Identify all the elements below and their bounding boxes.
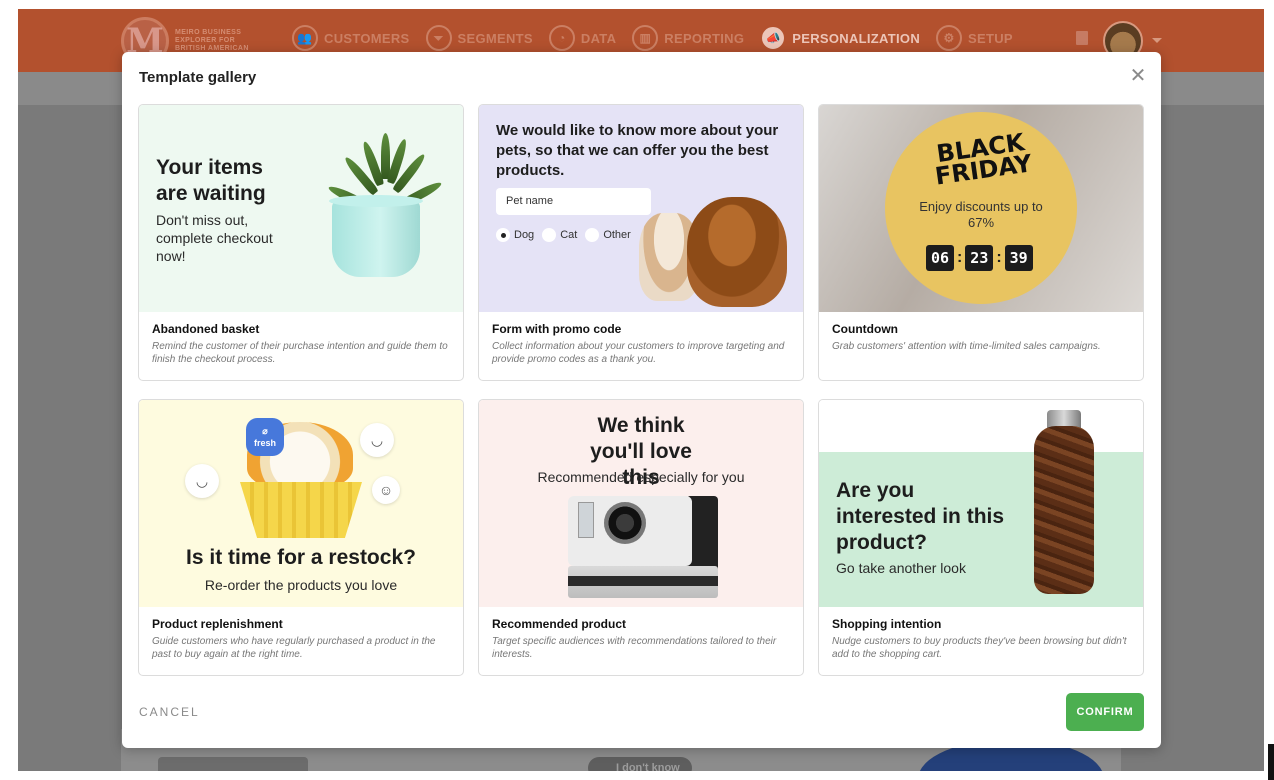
pet-type-radio-group: Dog Cat Other — [496, 228, 631, 242]
template-name: Shopping intention — [832, 617, 942, 631]
template-card-shopping-intention[interactable]: Are you interested in this product? Go t… — [818, 399, 1144, 676]
template-preview: Your items are waiting Don't miss out, c… — [139, 105, 463, 312]
radio-selected-icon — [496, 228, 510, 242]
preview-subtext: Recommended especially for you — [537, 469, 745, 485]
nav-label: CUSTOMERS — [324, 30, 410, 46]
preview-subtext: Go take another look — [836, 560, 966, 576]
radio-dog: Dog — [496, 228, 534, 242]
pot-image — [332, 201, 420, 277]
dog-image — [687, 197, 787, 307]
template-card-recommended-product[interactable]: We think you'll love this Recommended es… — [478, 399, 804, 676]
template-card-abandoned-basket[interactable]: Your items are waiting Don't miss out, c… — [138, 104, 464, 381]
text-cursor — [1268, 744, 1274, 780]
template-name: Form with promo code — [492, 322, 622, 336]
radio-icon — [585, 228, 600, 242]
template-preview: We think you'll love this Recommended es… — [479, 400, 803, 607]
main-nav: 👥 CUSTOMERS ⏷ SEGMENTS ◔ DATA ▥ REPORTIN… — [292, 25, 1013, 51]
radio-label: Cat — [560, 229, 578, 241]
template-description: Collect information about your customers… — [492, 341, 785, 365]
brand-line-2: EXPLORER FOR — [175, 37, 236, 44]
background-pill: I don't know — [588, 757, 692, 771]
template-gallery-modal: Template gallery ✕ Your items are waitin… — [122, 52, 1161, 748]
template-card-product-replenishment[interactable]: ⌀ fresh ◡ ◡ ☺ Is it time for a restock? … — [138, 399, 464, 676]
template-preview: ⌀ fresh ◡ ◡ ☺ Is it time for a restock? … — [139, 400, 463, 607]
preview-subtext: Don't miss out, complete checkout now! — [156, 212, 273, 264]
preview-headline: Is it time for a restock? — [186, 546, 416, 569]
radio-label: Dog — [514, 229, 535, 241]
countdown-timer: 06 : 23 : 39 — [926, 245, 1033, 271]
nav-data[interactable]: ◔ DATA — [548, 25, 617, 51]
radio-other: Other — [585, 228, 631, 242]
trash-icon[interactable] — [1076, 31, 1088, 45]
camera-image — [568, 496, 718, 598]
nav-personalization[interactable]: 📣 PERSONALIZATION — [760, 25, 920, 51]
nav-label: PERSONALIZATION — [792, 30, 921, 46]
nav-customers[interactable]: 👥 CUSTOMERS — [292, 25, 410, 51]
template-description: Grab customers' attention with time-limi… — [832, 341, 1101, 352]
bottle-image — [1034, 426, 1094, 594]
preview-headline: Are you interested in this product? — [836, 479, 1005, 554]
cat-face-icon: ◡ — [185, 464, 219, 498]
chevron-down-icon[interactable] — [1152, 38, 1162, 43]
reporting-icon: ▥ — [632, 25, 659, 51]
data-icon: ◔ — [548, 25, 575, 51]
cancel-button[interactable]: CANCEL — [139, 705, 200, 719]
template-card-form-with-promo-code[interactable]: We would like to know more about your pe… — [478, 104, 804, 381]
customers-icon: 👥 — [292, 25, 318, 51]
brand-text: MEIRO BUSINESS EXPLORER FOR BRITISH AMER… — [175, 29, 249, 53]
nav-label: SEGMENTS — [457, 30, 533, 46]
background-input — [158, 757, 308, 771]
preview-headline: Your items are waiting — [156, 156, 266, 205]
template-preview: BLACK FRIDAY Enjoy discounts up to 67% 0… — [819, 105, 1143, 312]
confirm-button[interactable]: CONFIRM — [1066, 693, 1144, 731]
cupcake-wrapper-image — [240, 482, 362, 538]
template-description: Nudge customers to buy products they've … — [832, 636, 1127, 660]
nav-reporting[interactable]: ▥ REPORTING — [632, 25, 744, 51]
preview-headline: We would like to know more about your pe… — [496, 122, 779, 179]
radio-icon — [542, 228, 557, 242]
dog-face-icon: ◡ — [360, 423, 394, 457]
badge-label: fresh — [253, 438, 276, 448]
template-name: Recommended product — [492, 617, 627, 631]
personalization-icon: 📣 — [760, 25, 787, 51]
segments-icon: ⏷ — [425, 25, 452, 51]
template-description: Remind the customer of their purchase in… — [152, 341, 448, 365]
radio-label: Other — [603, 229, 631, 241]
template-name: Product replenishment — [152, 617, 283, 631]
brand-line-1: MEIRO BUSINESS — [175, 29, 242, 36]
countdown-seconds: 39 — [1004, 245, 1033, 271]
nav-label: DATA — [580, 30, 617, 46]
template-preview: We would like to know more about your pe… — [479, 105, 803, 312]
close-icon[interactable]: ✕ — [1128, 66, 1148, 86]
nav-label: REPORTING — [664, 30, 745, 46]
pet-name-input: Pet name — [496, 188, 651, 215]
template-name: Abandoned basket — [152, 322, 260, 336]
template-description: Target specific audiences with recommend… — [492, 636, 777, 660]
nav-label: SETUP — [968, 30, 1013, 46]
radio-cat: Cat — [542, 228, 577, 242]
leaf-icon: ⌀ — [262, 426, 268, 436]
template-description: Guide customers who have regularly purch… — [152, 636, 436, 660]
nav-setup[interactable]: ⚙ SETUP — [936, 25, 1013, 51]
setup-icon: ⚙ — [936, 25, 963, 51]
preview-subtext: Re-order the products you love — [204, 577, 398, 593]
template-preview: Are you interested in this product? Go t… — [819, 400, 1143, 607]
smiley-icon: ☺ — [372, 476, 400, 504]
template-card-countdown[interactable]: BLACK FRIDAY Enjoy discounts up to 67% 0… — [818, 104, 1144, 381]
countdown-minutes: 23 — [965, 245, 994, 271]
template-name: Countdown — [832, 322, 898, 336]
countdown-hours: 06 — [926, 245, 954, 271]
fresh-badge: ⌀ fresh — [246, 418, 284, 456]
modal-title: Template gallery — [139, 69, 257, 86]
nav-segments[interactable]: ⏷ SEGMENTS — [425, 25, 533, 51]
preview-subtext: Enjoy discounts up to 67% — [919, 199, 1043, 230]
